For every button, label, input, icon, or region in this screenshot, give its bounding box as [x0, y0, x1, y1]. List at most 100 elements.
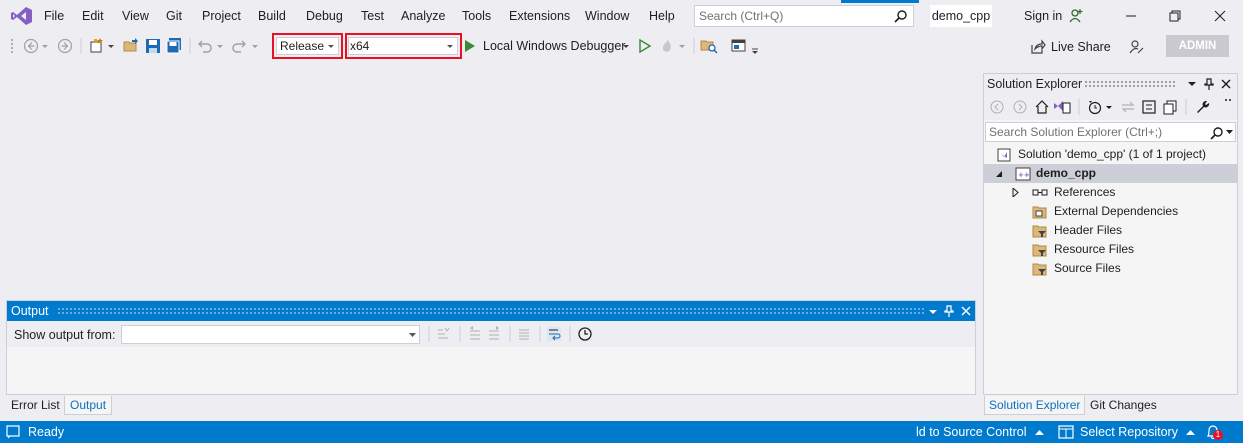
menu-view[interactable]: View — [122, 9, 149, 25]
notification-count-badge: 1 — [1213, 430, 1223, 440]
close-icon[interactable] — [1210, 7, 1230, 25]
close-icon[interactable] — [1220, 78, 1232, 90]
solution-explorer-title-bar[interactable]: Solution Explorer — [984, 74, 1237, 94]
debugger-dropdown-icon[interactable] — [622, 37, 630, 55]
sign-in-link[interactable]: Sign in — [1024, 9, 1062, 23]
tree-item-resource-files[interactable]: Resource Files — [984, 240, 1237, 259]
word-wrap-icon[interactable] — [546, 326, 562, 342]
redo-dropdown-icon[interactable] — [251, 37, 259, 55]
solution-explorer-search-box[interactable] — [985, 122, 1236, 142]
collapsed-triangle-icon[interactable] — [1012, 188, 1020, 197]
back-dropdown-icon[interactable] — [41, 37, 49, 55]
feedback-icon[interactable] — [1128, 39, 1144, 55]
feedback-person-icon[interactable] — [1068, 8, 1084, 24]
navigate-forward-icon[interactable] — [56, 37, 74, 55]
find-message-icon[interactable] — [435, 326, 451, 342]
external-deps-icon — [1032, 206, 1047, 219]
menu-file[interactable]: File — [44, 9, 64, 25]
menu-tools[interactable]: Tools — [462, 9, 491, 25]
toolbar-overflow-icon[interactable] — [1224, 97, 1232, 107]
start-without-debugging-icon[interactable] — [636, 37, 654, 55]
menu-window[interactable]: Window — [585, 9, 629, 25]
menu-help[interactable]: Help — [649, 9, 675, 25]
search-input[interactable] — [695, 6, 885, 26]
tree-item-project[interactable]: ++ demo_cpp — [984, 164, 1237, 183]
visual-studio-logo-icon[interactable] — [9, 6, 33, 26]
tab-solution-explorer[interactable]: Solution Explorer — [984, 396, 1086, 415]
menu-project[interactable]: Project — [202, 9, 241, 25]
minimize-icon[interactable] — [1121, 7, 1141, 25]
solution-explorer-search-input[interactable] — [986, 123, 1206, 141]
new-project-icon[interactable] — [88, 37, 106, 55]
forward-icon[interactable] — [1012, 99, 1028, 115]
menu-extensions[interactable]: Extensions — [509, 9, 570, 25]
clear-all-icon[interactable] — [516, 326, 532, 342]
filter-dropdown-icon[interactable] — [1105, 99, 1113, 115]
save-all-icon[interactable] — [165, 37, 183, 55]
toolbar-overflow-icon[interactable] — [751, 37, 759, 55]
undo-dropdown-icon[interactable] — [216, 37, 224, 55]
pin-icon[interactable] — [943, 304, 955, 318]
window-layout-icon[interactable] — [730, 37, 748, 55]
chevron-down-icon[interactable] — [1226, 130, 1233, 135]
close-icon[interactable] — [960, 305, 972, 317]
tab-error-list[interactable]: Error List — [6, 396, 65, 415]
tree-item-header-files[interactable]: Header Files — [984, 221, 1237, 240]
chevron-down-icon — [447, 45, 453, 48]
menu-test[interactable]: Test — [361, 9, 384, 25]
expanded-triangle-icon[interactable] — [995, 170, 1003, 178]
open-folder-icon[interactable] — [122, 37, 140, 55]
navigate-back-icon[interactable] — [22, 37, 40, 55]
add-to-source-control-button[interactable]: ld to Source Control — [916, 421, 1044, 443]
search-icon[interactable] — [1210, 126, 1224, 140]
window-position-dropdown-icon[interactable] — [928, 305, 938, 317]
menu-edit[interactable]: Edit — [82, 9, 104, 25]
window-position-dropdown-icon[interactable] — [1187, 79, 1197, 89]
home-icon[interactable] — [1034, 99, 1050, 115]
status-output-icon[interactable] — [6, 425, 20, 439]
search-box[interactable] — [694, 5, 914, 27]
admin-badge[interactable]: ADMIN — [1166, 35, 1229, 57]
solution-platform-dropdown[interactable]: x64 — [348, 37, 458, 55]
references-icon — [1032, 189, 1048, 196]
pin-icon[interactable] — [1203, 77, 1215, 91]
notifications-button[interactable]: 1 — [1205, 424, 1225, 440]
output-text-area[interactable] — [7, 348, 975, 394]
tab-output[interactable]: Output — [64, 396, 113, 415]
output-source-dropdown[interactable] — [121, 325, 420, 344]
switch-views-icon[interactable] — [1053, 99, 1071, 115]
collapse-all-icon[interactable] — [1141, 99, 1157, 115]
undo-icon[interactable] — [196, 37, 214, 55]
solution-config-dropdown[interactable]: Release — [276, 37, 339, 55]
hot-reload-dropdown-icon[interactable] — [678, 37, 686, 55]
show-all-files-icon[interactable] — [1162, 99, 1178, 115]
back-icon[interactable] — [989, 99, 1005, 115]
chevron-up-icon — [1186, 430, 1196, 435]
search-icon[interactable] — [894, 9, 908, 23]
redo-icon[interactable] — [230, 37, 248, 55]
hot-reload-icon[interactable] — [658, 37, 676, 55]
sync-with-document-icon[interactable] — [1120, 99, 1136, 115]
menu-build[interactable]: Build — [258, 9, 286, 25]
new-dropdown-icon[interactable] — [107, 37, 115, 55]
pending-changes-filter-icon[interactable] — [1087, 99, 1103, 115]
find-in-files-icon[interactable] — [700, 37, 718, 55]
chevron-down-icon — [328, 45, 334, 48]
tab-git-changes[interactable]: Git Changes — [1086, 396, 1161, 415]
timestamp-clock-icon[interactable] — [577, 326, 593, 342]
menu-git[interactable]: Git — [166, 9, 182, 25]
menu-analyze[interactable]: Analyze — [401, 9, 445, 25]
previous-message-icon[interactable] — [467, 326, 483, 342]
select-repository-button[interactable]: Select Repository — [1080, 421, 1196, 443]
tree-item-external-dependencies[interactable]: External Dependencies — [984, 202, 1237, 221]
next-message-icon[interactable] — [486, 326, 502, 342]
tree-item-references[interactable]: References — [984, 183, 1237, 202]
restore-icon[interactable] — [1165, 7, 1185, 25]
save-icon[interactable] — [144, 37, 162, 55]
properties-wrench-icon[interactable] — [1194, 99, 1210, 115]
menu-debug[interactable]: Debug — [306, 9, 343, 25]
repository-icon[interactable] — [1058, 425, 1074, 439]
tree-item-source-files[interactable]: Source Files — [984, 259, 1237, 278]
tree-item-solution[interactable]: Solution 'demo_cpp' (1 of 1 project) — [984, 145, 1237, 164]
output-title-bar[interactable]: Output — [7, 301, 975, 321]
